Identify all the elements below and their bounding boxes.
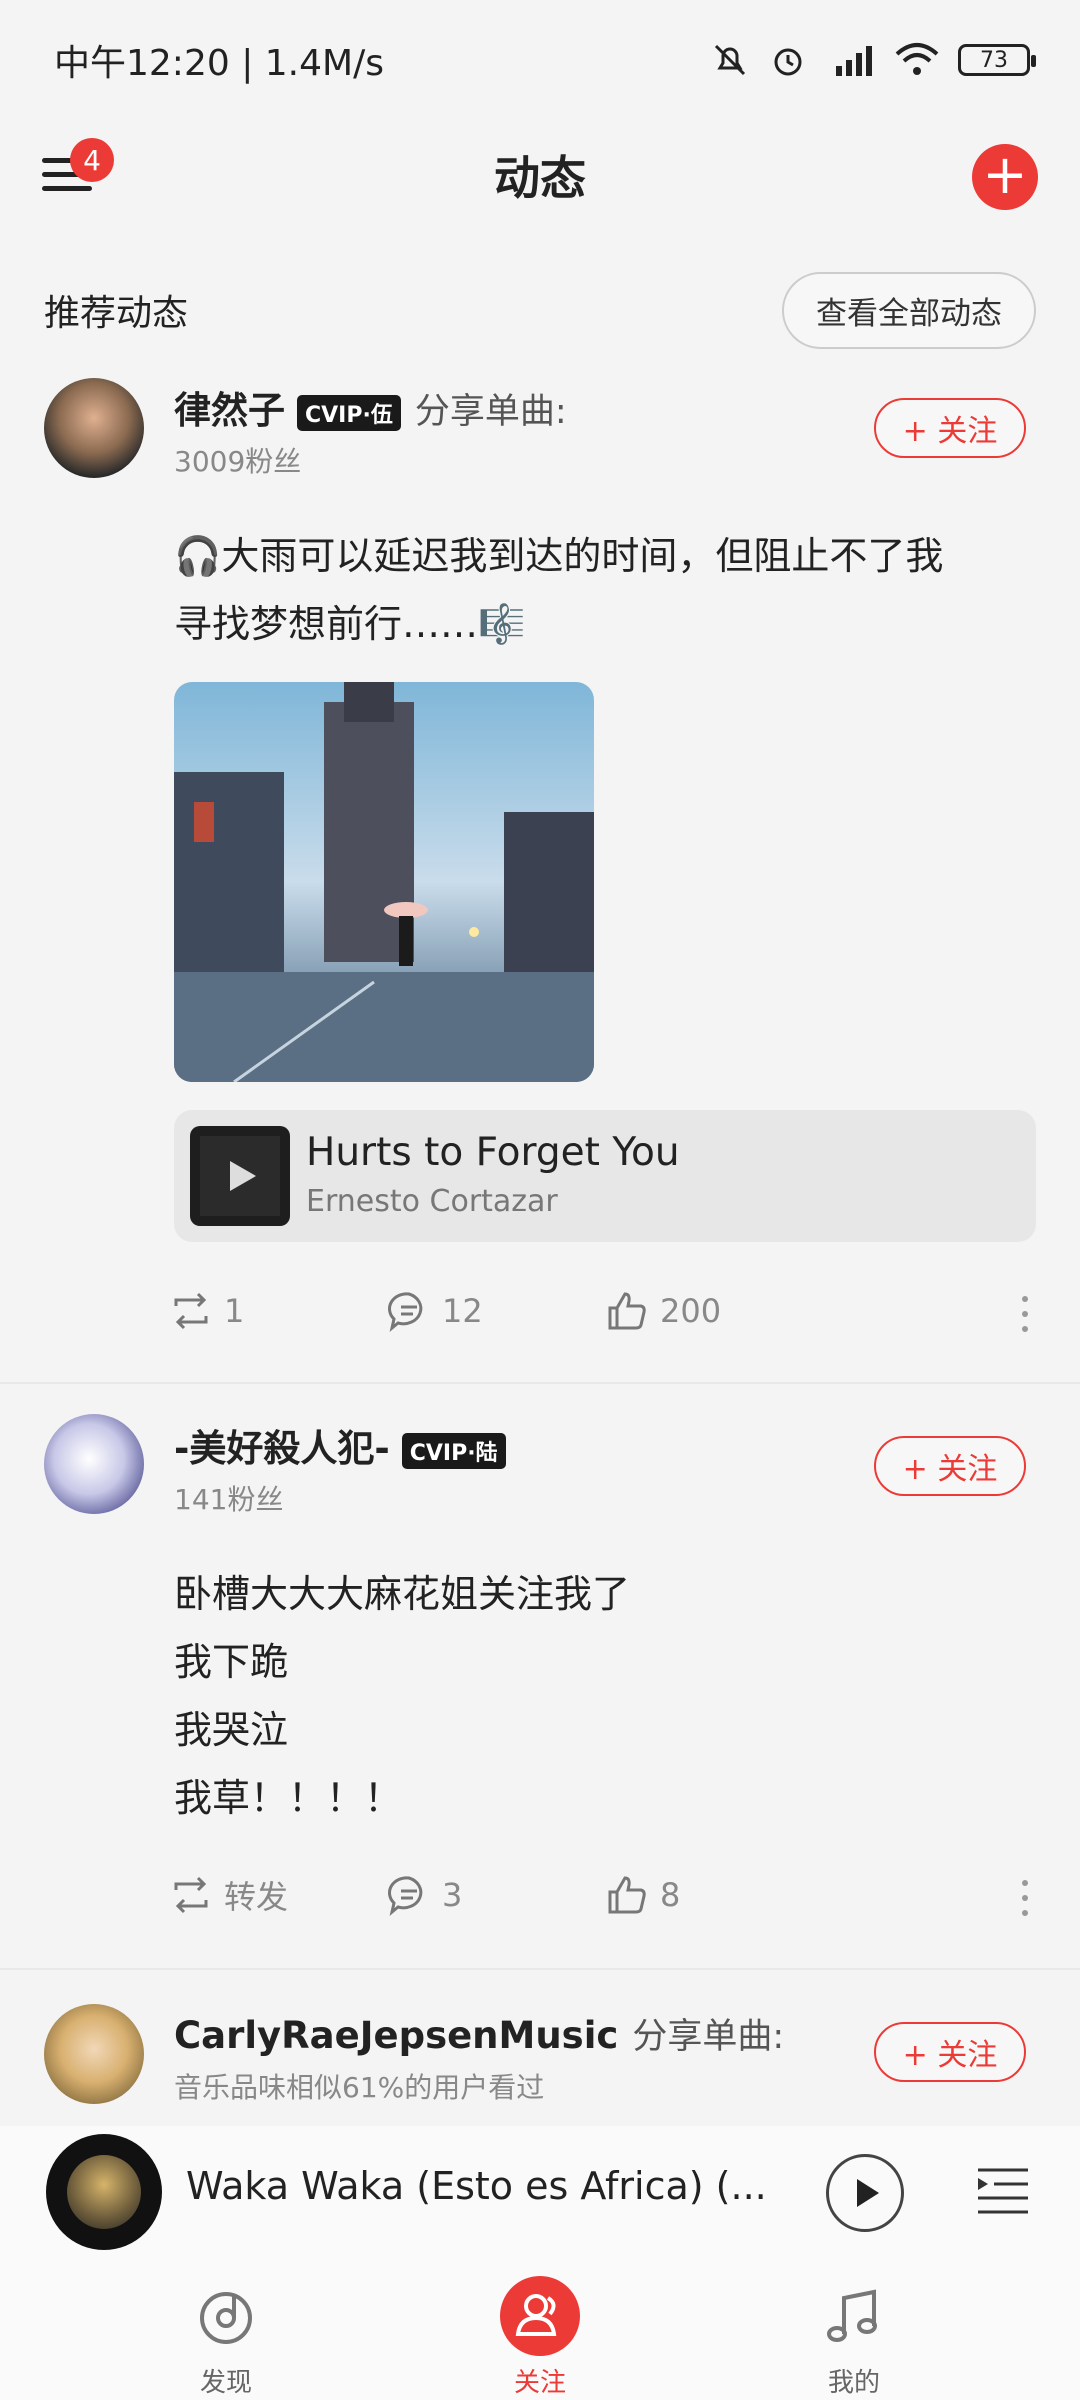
repost-button[interactable]: 转发 (168, 1872, 288, 1918)
section-title: 推荐动态 (44, 293, 189, 334)
divider (0, 1968, 1080, 1970)
comment-button[interactable]: 12 (386, 1288, 483, 1334)
share-action: 分享单曲: (632, 2017, 785, 2057)
view-all-button[interactable]: 查看全部动态 (782, 271, 1036, 349)
vip-badge: CVIP·伍 (297, 394, 401, 431)
follower-count: 3009粉丝 (174, 445, 302, 478)
thumbs-up-icon (608, 1292, 646, 1330)
avatar[interactable] (44, 2004, 144, 2104)
mute-bell-icon (714, 44, 746, 76)
section-header: 推荐动态 查看全部动态 (0, 270, 1080, 350)
follower-count: 141粉丝 (174, 1483, 284, 1516)
like-button[interactable]: 200 (604, 1288, 721, 1334)
divider (0, 1382, 1080, 1384)
wifi-icon (895, 43, 939, 75)
repost-icon (174, 1292, 208, 1330)
tab-mine[interactable]: 我的 (774, 2276, 934, 2399)
more-options-icon[interactable] (1022, 1880, 1028, 1925)
music-note-icon (814, 2276, 894, 2356)
discover-icon (186, 2276, 266, 2356)
song-title: Hurts to Forget You (306, 1130, 680, 1175)
post-actions: 转发 3 8 (168, 1872, 1048, 1932)
menu-badge: 4 (70, 138, 114, 182)
vip-badge: CVIP·陆 (401, 1432, 506, 1469)
album-disc[interactable] (46, 2134, 162, 2250)
following-icon (500, 2276, 580, 2356)
comment-icon (388, 1876, 423, 1916)
comment-button[interactable]: 3 (386, 1872, 462, 1918)
battery-icon: 73 (958, 44, 1036, 76)
comment-icon (388, 1292, 423, 1332)
rainy-street-image (174, 682, 594, 1082)
similarity-note: 音乐品味相似61%的用户看过 (174, 2071, 545, 2104)
header: 4 动态 + (0, 120, 1080, 230)
bottom-tab-bar: 发现 关注 我的 (0, 2266, 1080, 2400)
tab-following[interactable]: 关注 (460, 2276, 620, 2399)
play-icon (200, 1136, 280, 1216)
page-title: 动态 (494, 151, 586, 205)
play-icon (857, 2179, 879, 2207)
follow-button[interactable]: + 关注 (874, 2022, 1026, 2082)
repost-button[interactable]: 1 (168, 1288, 244, 1334)
repost-icon (174, 1876, 208, 1914)
post-text: 🎧大雨可以延迟我到达的时间，但阻止不了我 寻找梦想前行……🎼 (174, 534, 944, 646)
avatar[interactable] (44, 1414, 144, 1514)
tab-discover[interactable]: 发现 (146, 2276, 306, 2399)
song-artist: Ernesto Cortazar (306, 1184, 558, 1219)
share-action: 分享单曲: (414, 392, 567, 432)
post-text: 卧槽大大大麻花姐关注我了 我下跪 我哭泣 我草！！！！ (174, 1572, 631, 1820)
alarm-icon (774, 48, 802, 76)
thumbs-up-icon (608, 1876, 646, 1914)
playlist-icon[interactable] (976, 2164, 1030, 2216)
avatar[interactable] (44, 378, 144, 478)
add-post-button[interactable]: + (972, 144, 1038, 210)
post-image[interactable] (174, 682, 594, 1082)
post-username[interactable]: CarlyRaeJepsenMusic 分享单曲: (174, 2008, 784, 2059)
like-button[interactable]: 8 (604, 1872, 680, 1918)
play-button[interactable] (826, 2154, 904, 2232)
mini-player[interactable]: Waka Waka (Esto es Africa) (... (0, 2126, 1080, 2266)
song-card[interactable]: Hurts to Forget You Ernesto Cortazar (174, 1110, 1036, 1242)
signal-icon (836, 46, 872, 76)
post-username[interactable]: -美好殺人犯- CVIP·陆 (174, 1418, 506, 1472)
follow-button[interactable]: + 关注 (874, 1436, 1026, 1496)
follow-button[interactable]: + 关注 (874, 398, 1026, 458)
status-bar: 中午12:20 | 1.4M/s 73 (0, 0, 1080, 120)
post-actions: 1 12 200 (168, 1288, 1048, 1348)
status-icons: 73 (710, 40, 1036, 80)
status-time: 中午12:20 | 1.4M/s (54, 43, 384, 84)
post-username[interactable]: 律然子 CVIP·伍 分享单曲: (174, 380, 567, 434)
song-cover (190, 1126, 290, 1226)
player-song-title: Waka Waka (Esto es Africa) (... (186, 2164, 767, 2208)
more-options-icon[interactable] (1022, 1296, 1028, 1341)
